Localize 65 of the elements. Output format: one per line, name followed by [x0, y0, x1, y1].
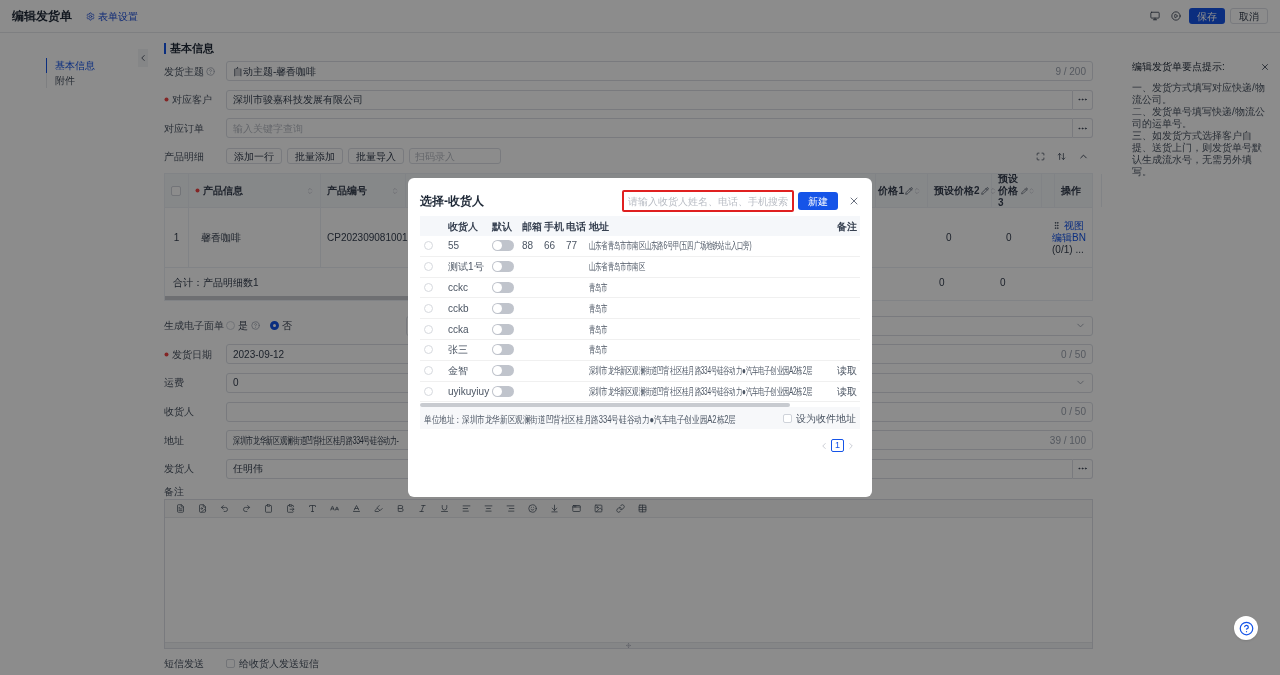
- table-cell-text: 深圳市龙华新区观澜街道凹背社区桂月路334号硅谷动力●汽车电子创业园A2栋2层: [589, 364, 813, 379]
- table-cell-text: 馨香咖啡: [201, 231, 241, 246]
- table-cell-text: 山东省青岛市市南区山东路6号甲(五四广场地铁站出入口旁): [589, 239, 752, 254]
- table-cell: 读取: [837, 385, 857, 397]
- checkbox-label: 给收货人发送短信: [239, 656, 319, 671]
- table-cell-text: 山东省青岛市市南区: [589, 260, 645, 275]
- table-cell: cckb: [448, 302, 469, 314]
- field-label: 发货日期: [172, 347, 212, 362]
- field-label: 发货主题: [164, 64, 204, 79]
- column-header: 收货人: [448, 220, 478, 232]
- table-cell: 55: [448, 240, 460, 252]
- table-cell-text: 青岛市: [589, 301, 608, 316]
- table-cell: 读取: [837, 365, 857, 377]
- column-header: 操作: [1061, 184, 1081, 199]
- table-cell: ccka: [448, 323, 469, 335]
- tip-text: 三、如发货方式选择客户自提、送货上门，则发货单号默认生成流水号，无需另外填写。: [1132, 130, 1263, 178]
- table-cell-text: 青岛市: [589, 281, 608, 295]
- column-header: 备注: [837, 220, 857, 232]
- field-label: 生成电子面单: [164, 319, 224, 334]
- column-header: 手机: [544, 220, 564, 232]
- table-cell: cckc: [448, 282, 468, 293]
- table-cell-text: 0: [1006, 231, 1012, 246]
- table-cell: 0: [1000, 276, 1006, 288]
- column-header: 产品信息: [203, 184, 244, 199]
- dialog-title: 选择-收货人: [420, 193, 484, 210]
- field-label: 地址: [164, 433, 184, 448]
- column-header: 电话: [566, 220, 586, 232]
- table-cell-text: 深圳市龙华新区观澜街道凹背社区桂月路334号硅谷动力●汽车电子创业园A2栋2层: [589, 384, 813, 399]
- table-cell: 张三: [448, 344, 468, 356]
- column-header: 地址: [589, 220, 609, 232]
- table-cell-text: 青岛市: [589, 322, 608, 337]
- column-header: 价格1: [878, 184, 904, 199]
- column-header: 产品编号: [327, 184, 368, 199]
- tips-title: 编辑发货单要点提示:: [1132, 60, 1225, 74]
- table-cell: uyikuyiuy: [448, 385, 490, 397]
- column-header: 预设价格2: [934, 184, 980, 199]
- field-label: 产品明细: [164, 149, 204, 164]
- table-cell: 0: [939, 276, 945, 288]
- radio-label: 是: [238, 319, 248, 334]
- table-cell: 金智: [448, 365, 468, 377]
- field-label: 对应订单: [164, 121, 204, 136]
- field-label: 对应客户: [172, 93, 212, 108]
- row-number: 1: [173, 231, 180, 246]
- table-cell-text: CP202309081001: [327, 231, 408, 246]
- column-header: 邮箱: [522, 220, 542, 232]
- column-header: 默认: [492, 220, 512, 232]
- table-cell: 88: [522, 240, 534, 252]
- field-label: 收货人: [164, 405, 194, 419]
- field-label: 备注: [164, 484, 184, 499]
- table-cell-text: 0: [946, 231, 952, 246]
- table-cell: 66: [544, 240, 556, 252]
- count-text: (0/1): [1052, 243, 1073, 256]
- checkbox-label: 设为收件地址: [796, 411, 856, 426]
- summary-text: 合计：产品明细数1: [173, 276, 259, 288]
- unit-address-text: 单位地址：深圳市龙华新区观澜街道凹背社区桂月路334号硅谷动力●汽车电子创业园A2栋2层: [424, 413, 736, 428]
- page-title: 编辑发货单: [12, 8, 72, 25]
- table-cell: 77: [566, 240, 578, 252]
- column-header: 预设价格3: [998, 172, 1019, 209]
- table-cell-text: 青岛市: [589, 343, 608, 358]
- table-cell: 测试1号: [448, 261, 484, 273]
- field-label: 发货人: [164, 462, 194, 477]
- field-label: 短信发送: [164, 656, 204, 671]
- radio-label: 否: [282, 319, 292, 334]
- field-label: 运费: [164, 376, 184, 391]
- section-title: 基本信息: [164, 43, 214, 55]
